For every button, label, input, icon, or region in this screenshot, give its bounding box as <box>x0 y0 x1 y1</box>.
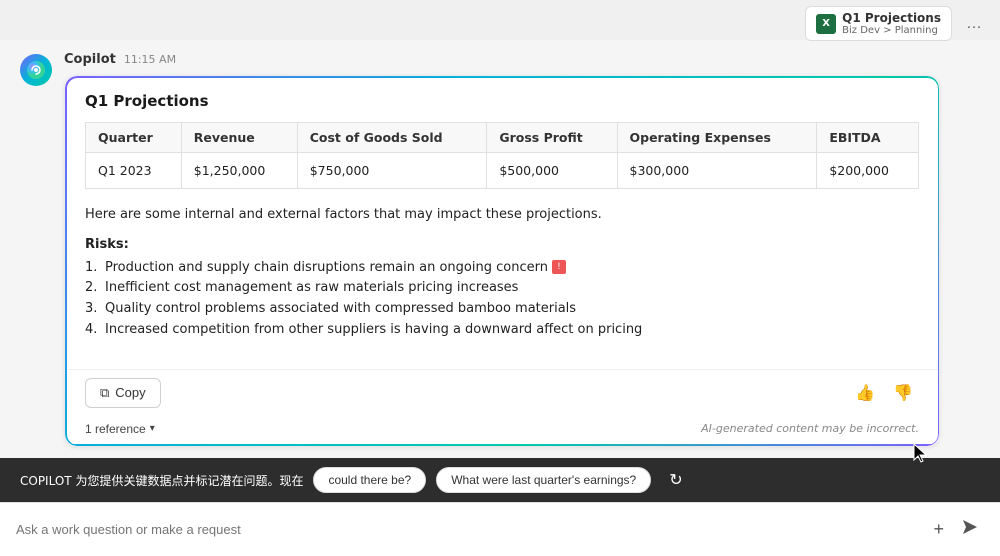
suggestion-pill-1[interactable]: could there be? <box>313 467 426 493</box>
projection-table: Quarter Revenue Cost of Goods Sold Gross… <box>85 122 919 189</box>
card-inner: Q1 Projections Quarter Revenue Cost of G… <box>65 76 939 369</box>
suggestion-label: COPILOT 为您提供关键数据点并标记潜在问题。现在 <box>20 472 303 489</box>
input-bar: + <box>0 502 1000 556</box>
risk-item: 3.Quality control problems associated wi… <box>85 299 919 320</box>
risk-item: 2.Inefficient cost management as raw mat… <box>85 278 919 299</box>
copy-label: Copy <box>115 385 145 400</box>
copy-icon: ⧉ <box>100 385 109 401</box>
risk-number: 2. <box>85 278 101 299</box>
col-gross-profit: Gross Profit <box>487 123 617 153</box>
col-ebitda: EBITDA <box>817 123 919 153</box>
risk-flag-icon: ! <box>552 260 566 274</box>
table-row: Q1 2023$1,250,000$750,000$500,000$300,00… <box>86 153 919 189</box>
excel-icon: X <box>816 14 836 34</box>
col-quarter: Quarter <box>86 123 182 153</box>
risk-number: 1. <box>85 258 101 279</box>
copilot-message: Copilot 11:15 AM Q1 Projections Quarter … <box>0 40 1000 458</box>
projection-card: Q1 Projections Quarter Revenue Cost of G… <box>64 75 940 447</box>
file-badge[interactable]: X Q1 Projections Biz Dev > Planning <box>805 6 952 41</box>
copy-button[interactable]: ⧉ Copy <box>85 378 161 408</box>
suggestion-bar: COPILOT 为您提供关键数据点并标记潜在问题。现在 could there … <box>0 458 1000 502</box>
top-bar: X Q1 Projections Biz Dev > Planning … <box>793 0 1000 47</box>
table-cell: Q1 2023 <box>86 153 182 189</box>
risks-list: 1.Production and supply chain disruption… <box>85 258 919 341</box>
thumbdown-button[interactable]: 👎 <box>887 379 919 407</box>
risk-item: 4.Increased competition from other suppl… <box>85 320 919 341</box>
risk-text: Quality control problems associated with… <box>105 299 576 320</box>
col-operating-expenses: Operating Expenses <box>617 123 817 153</box>
add-button[interactable]: + <box>929 515 948 544</box>
card-footer: ⧉ Copy 👍 👎 <box>65 369 939 418</box>
references-button[interactable]: 1 reference ▾ <box>85 422 155 436</box>
risk-item: 1.Production and supply chain disruption… <box>85 258 919 279</box>
col-revenue: Revenue <box>181 123 297 153</box>
table-cell: $500,000 <box>487 153 617 189</box>
col-cogs: Cost of Goods Sold <box>297 123 487 153</box>
references-text: 1 reference <box>85 422 146 436</box>
risk-text: Inefficient cost management as raw mater… <box>105 278 518 299</box>
risk-text: Increased competition from other supplie… <box>105 320 642 341</box>
send-button[interactable] <box>956 513 984 546</box>
message-timestamp: 11:15 AM <box>124 53 176 66</box>
table-header-row: Quarter Revenue Cost of Goods Sold Gross… <box>86 123 919 153</box>
risks-section: Risks: 1.Production and supply chain dis… <box>85 237 919 341</box>
file-path: Biz Dev > Planning <box>842 25 941 36</box>
risk-number: 3. <box>85 299 101 320</box>
risks-label: Risks: <box>85 237 919 252</box>
file-info: Q1 Projections Biz Dev > Planning <box>842 11 941 36</box>
suggestion-pill-2[interactable]: What were last quarter's earnings? <box>436 467 651 493</box>
references-row: 1 reference ▾ AI-generated content may b… <box>65 418 939 446</box>
file-name: Q1 Projections <box>842 11 941 25</box>
copilot-avatar <box>20 54 52 86</box>
message-content: Copilot 11:15 AM Q1 Projections Quarter … <box>64 52 940 447</box>
risk-text: Production and supply chain disruptions … <box>105 258 566 279</box>
refresh-button[interactable]: ↻ <box>665 466 686 494</box>
table-cell: $750,000 <box>297 153 487 189</box>
ai-disclaimer: AI-generated content may be incorrect. <box>701 422 919 435</box>
chat-area: Copilot 11:15 AM Q1 Projections Quarter … <box>0 40 1000 458</box>
table-cell: $1,250,000 <box>181 153 297 189</box>
chevron-icon: ▾ <box>150 423 155 434</box>
message-header: Copilot 11:15 AM <box>64 52 940 67</box>
copilot-label: Copilot <box>64 52 116 67</box>
feedback-buttons: 👍 👎 <box>849 379 919 407</box>
table-cell: $300,000 <box>617 153 817 189</box>
card-title: Q1 Projections <box>85 92 919 110</box>
table-cell: $200,000 <box>817 153 919 189</box>
chat-input[interactable] <box>16 522 921 537</box>
thumbup-button[interactable]: 👍 <box>849 379 881 407</box>
intro-text: Here are some internal and external fact… <box>85 205 919 225</box>
risk-number: 4. <box>85 320 101 341</box>
more-button[interactable]: … <box>960 11 988 37</box>
